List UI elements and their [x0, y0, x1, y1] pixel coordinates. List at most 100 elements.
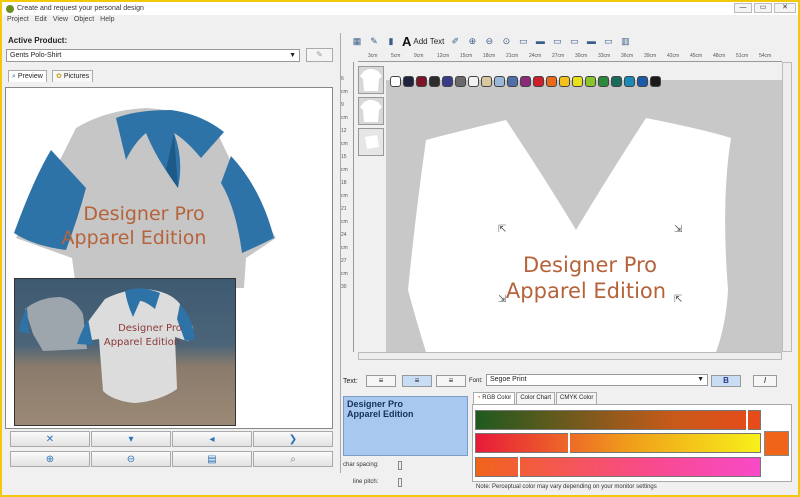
- color-swatch[interactable]: [494, 76, 505, 87]
- italic-button[interactable]: I: [753, 375, 777, 387]
- color-swatch[interactable]: [442, 76, 453, 87]
- reset-view-button[interactable]: ⌕: [253, 451, 333, 467]
- fit-view-button[interactable]: ▤: [172, 451, 252, 467]
- add-clipart-icon[interactable]: ✎: [368, 35, 380, 47]
- color-swatch[interactable]: [611, 76, 622, 87]
- ruler-tick-label: 30: [341, 284, 347, 290]
- align-bottom-icon[interactable]: ▭: [551, 35, 563, 47]
- font-label: Font:: [469, 378, 483, 384]
- align-left-icon[interactable]: ▭: [568, 35, 580, 47]
- color-swatch[interactable]: [507, 76, 518, 87]
- delete-icon[interactable]: ▮: [385, 35, 397, 47]
- thumbnail-front[interactable]: [358, 66, 384, 94]
- red-channel-slider[interactable]: [475, 410, 761, 430]
- close-button[interactable]: ✕: [774, 3, 796, 13]
- color-swatch[interactable]: [403, 76, 414, 87]
- green-channel-slider[interactable]: [475, 433, 761, 453]
- resize-handle-bottom-left[interactable]: ⇲: [498, 294, 506, 305]
- tab-cmyk-color[interactable]: CMYK Color: [556, 392, 598, 404]
- align-right-icon[interactable]: ▭: [602, 35, 614, 47]
- color-swatch[interactable]: [598, 76, 609, 87]
- minimize-button[interactable]: —: [734, 3, 752, 13]
- resize-handle-bottom-right[interactable]: ⇱: [674, 294, 682, 305]
- tab-color-chart[interactable]: Color Chart: [516, 392, 555, 404]
- add-text-button[interactable]: A Add Text: [402, 34, 444, 49]
- zoom-in-button[interactable]: ⊕: [10, 451, 90, 467]
- rotate-left-button[interactable]: ✕: [10, 431, 90, 447]
- rotate-up-button[interactable]: ◂: [172, 431, 252, 447]
- menu-object[interactable]: Object: [74, 16, 94, 27]
- char-spacing-slider[interactable]: [398, 461, 402, 470]
- ruler-tick-label: 48cm: [713, 53, 726, 59]
- color-swatch[interactable]: [585, 76, 596, 87]
- tab-preview[interactable]: ⌕ Preview: [8, 70, 47, 82]
- align-top-icon[interactable]: ▭: [517, 35, 529, 47]
- green-channel-thumb[interactable]: [568, 433, 570, 453]
- canvas-text-line-1[interactable]: Designer Pro: [523, 253, 657, 277]
- color-swatch[interactable]: [455, 76, 466, 87]
- menu-edit[interactable]: Edit: [35, 16, 47, 27]
- edit-product-button[interactable]: ✎: [306, 48, 333, 62]
- color-swatch[interactable]: [637, 76, 648, 87]
- align-right-button[interactable]: ≡: [436, 375, 466, 387]
- tab-rgb-color[interactable]: ◔ RGB Color: [473, 392, 516, 404]
- color-swatch[interactable]: [650, 76, 661, 87]
- color-swatch[interactable]: [624, 76, 635, 87]
- color-swatch[interactable]: [559, 76, 570, 87]
- color-swatch[interactable]: [468, 76, 479, 87]
- add-image-icon[interactable]: ▦: [351, 35, 363, 47]
- blue-channel-thumb[interactable]: [518, 457, 520, 477]
- edit-text-icon[interactable]: ✐: [449, 35, 461, 47]
- distribute-icon[interactable]: ▥: [619, 35, 631, 47]
- zoom-in-icon[interactable]: ⊕: [466, 35, 478, 47]
- canvas-text-line-2[interactable]: Apparel Edition: [506, 279, 666, 303]
- zoom-fit-icon[interactable]: ⊙: [500, 35, 512, 47]
- resize-handle-top-left[interactable]: ⇱: [498, 224, 506, 235]
- color-swatch[interactable]: [390, 76, 401, 87]
- active-product-label: Active Product:: [8, 36, 68, 45]
- canvas-horizontal-scrollbar[interactable]: [358, 352, 782, 360]
- menu-view[interactable]: View: [53, 16, 68, 27]
- menu-project[interactable]: Project: [7, 16, 29, 27]
- ruler-tick-label: 15cm: [460, 53, 473, 59]
- maximize-button[interactable]: ▭: [754, 3, 772, 13]
- align-center-button[interactable]: ≡: [402, 375, 432, 387]
- view-button-row-2: ⊕ ⊖ ▤ ⌕: [10, 451, 333, 467]
- arrow-back-icon: ◂: [209, 433, 215, 445]
- zoom-out-icon[interactable]: ⊖: [483, 35, 495, 47]
- resize-handle-top-right[interactable]: ⇲: [674, 224, 682, 235]
- tab-pictures[interactable]: ✿ Pictures: [52, 70, 94, 82]
- product-select[interactable]: Gents Polo-Shirt ▼: [6, 49, 300, 62]
- color-swatch[interactable]: [572, 76, 583, 87]
- color-swatch[interactable]: [481, 76, 492, 87]
- color-swatch[interactable]: [533, 76, 544, 87]
- menu-help[interactable]: Help: [100, 16, 114, 27]
- color-swatch[interactable]: [416, 76, 427, 87]
- text-a-icon: A: [402, 33, 412, 49]
- design-canvas[interactable]: Designer Pro Apparel Edition ⇱ ⇲ ⇲ ⇱: [386, 80, 782, 352]
- blue-channel-slider[interactable]: [475, 457, 761, 477]
- ruler-tick-label: 6: [341, 76, 344, 82]
- align-center-icon[interactable]: ▬: [585, 35, 597, 47]
- color-swatch[interactable]: [429, 76, 440, 87]
- rotate-right-button[interactable]: ❯: [253, 431, 333, 447]
- zoom-out-button[interactable]: ⊖: [91, 451, 171, 467]
- line-pitch-slider[interactable]: [398, 478, 402, 487]
- text-input-area[interactable]: Designer Pro Apparel Edition: [343, 396, 468, 456]
- color-swatch[interactable]: [546, 76, 557, 87]
- design-toolbar: ▦ ✎ ▮ A Add Text ✐ ⊕ ⊖ ⊙ ▭ ▬ ▭ ▭ ▬ ▭ ▥: [343, 33, 795, 49]
- canvas-vertical-scrollbar[interactable]: [782, 62, 792, 352]
- red-channel-thumb[interactable]: [746, 410, 748, 430]
- align-middle-icon[interactable]: ▬: [534, 35, 546, 47]
- rotate-down-button[interactable]: ▾: [91, 431, 171, 447]
- font-select[interactable]: Segoe Print ▼: [486, 374, 708, 386]
- color-swatch[interactable]: [520, 76, 531, 87]
- bold-button[interactable]: B: [711, 375, 741, 387]
- rgb-color-panel: [472, 404, 792, 482]
- thumbnail-sleeve[interactable]: [358, 128, 384, 156]
- picture-icon: ✿: [56, 73, 62, 80]
- menu-bar: Project Edit View Object Help: [2, 16, 798, 27]
- ruler-tick-label: 18cm: [483, 53, 496, 59]
- align-left-button[interactable]: ≡: [366, 375, 396, 387]
- thumbnail-back[interactable]: [358, 97, 384, 125]
